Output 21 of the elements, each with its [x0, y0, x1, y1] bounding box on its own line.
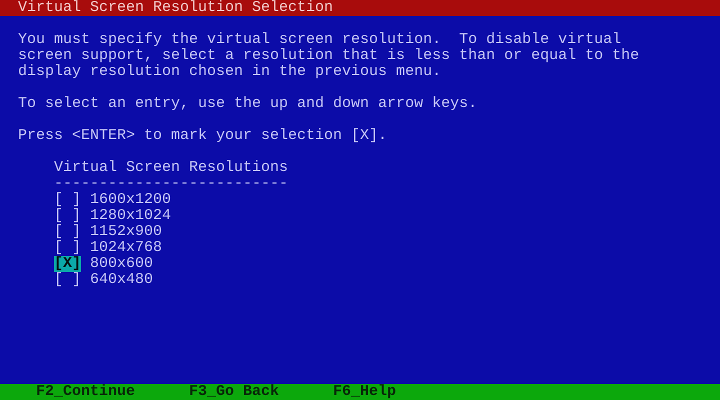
checkbox[interactable]: [ ] [54, 224, 82, 240]
function-key[interactable]: F6_Help [333, 384, 396, 400]
heading-underline: -------------------------- [54, 175, 288, 192]
function-key[interactable]: F3_Go Back [189, 384, 280, 400]
option-label[interactable]: 1600x1200 [90, 192, 172, 208]
checkbox[interactable]: [ ] [54, 240, 82, 256]
option-label[interactable]: 1280x1024 [90, 208, 172, 224]
option-label[interactable]: 1024x768 [90, 240, 162, 256]
checkbox[interactable]: [X] [54, 256, 82, 272]
list-heading: Virtual Screen Resolutions [54, 159, 288, 176]
checkbox[interactable]: [ ] [54, 208, 82, 224]
window-title: Virtual Screen Resolution Selection [18, 0, 334, 16]
checkbox[interactable]: [ ] [54, 192, 82, 208]
checkbox[interactable]: [ ] [54, 272, 82, 288]
instruction-text: You must specify the virtual screen resolution. To disable virtual screen support, select a resolution that is less than or equal to the display resolution chosen in the previous menu. [18, 32, 640, 80]
option-label[interactable]: 1152x900 [90, 224, 162, 240]
function-key[interactable]: F2_Continue [36, 384, 136, 400]
instruction-text: Press <ENTER> to mark your selection [X]. [18, 128, 388, 144]
option-label[interactable]: 800x600 [90, 256, 154, 272]
option-label[interactable]: 640x480 [90, 272, 154, 288]
instruction-text: To select an entry, use the up and down arrow keys. [18, 96, 478, 112]
